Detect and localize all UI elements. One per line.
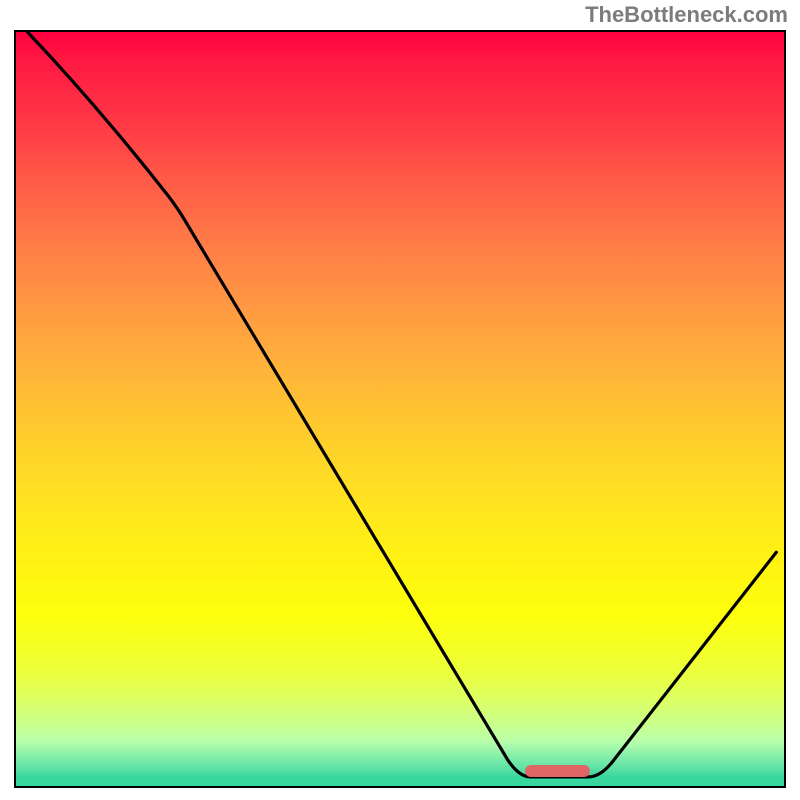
attribution-label: TheBottleneck.com [585,2,788,28]
bottleneck-curve [28,32,777,777]
curve-layer [16,32,784,786]
plot-area [14,30,786,788]
chart-canvas: TheBottleneck.com [0,0,800,800]
optimal-marker [525,765,590,777]
